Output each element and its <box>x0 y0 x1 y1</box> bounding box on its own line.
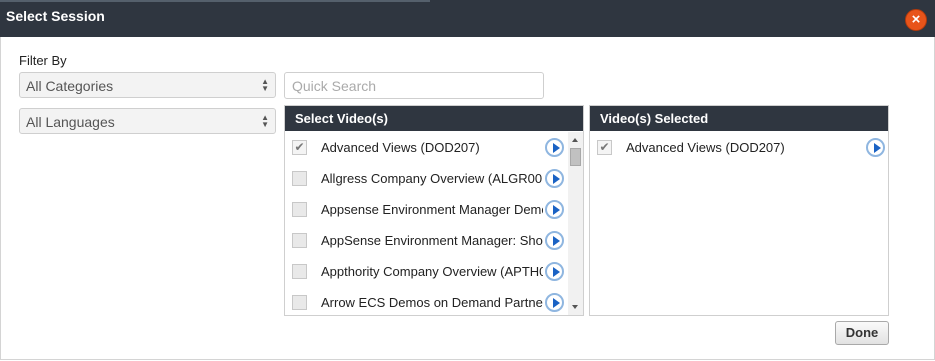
video-label: Appthority Company Overview (APTH001 <box>321 264 543 279</box>
video-label: Advanced Views (DOD207) <box>321 140 480 155</box>
language-select[interactable]: All Languages ▲ ▼ <box>19 108 276 134</box>
video-label: Appsense Environment Manager Demo <box>321 202 543 217</box>
select-arrows-icon: ▲ ▼ <box>261 77 269 93</box>
video-list-item[interactable]: Allgress Company Overview (ALGR001) <box>285 163 583 194</box>
scroll-up-arrow-icon[interactable] <box>572 138 578 142</box>
selected-video-item[interactable]: ✔ Advanced Views (DOD207) <box>590 132 888 163</box>
videos-selected-header: Video(s) Selected <box>590 106 888 131</box>
play-icon[interactable] <box>545 169 564 188</box>
video-list-item[interactable]: Arrow ECS Demos on Demand Partnersh <box>285 287 583 318</box>
dialog-title: Select Session <box>6 8 105 24</box>
checkbox[interactable] <box>292 264 307 279</box>
checkbox[interactable] <box>292 233 307 248</box>
checkbox[interactable] <box>292 202 307 217</box>
select-videos-panel: Select Video(s) ✔ Advanced Views (DOD207… <box>284 105 584 316</box>
video-label: Allgress Company Overview (ALGR001) <box>321 171 543 186</box>
scroll-down-arrow-icon[interactable] <box>572 305 578 309</box>
category-select-value: All Categories <box>26 78 114 94</box>
play-icon[interactable] <box>545 293 564 312</box>
play-icon[interactable] <box>545 231 564 250</box>
close-icon[interactable]: × <box>905 9 927 31</box>
play-icon[interactable] <box>545 138 564 157</box>
filter-by-label: Filter By <box>19 53 67 68</box>
scrollbar-thumb[interactable] <box>570 148 581 166</box>
video-list-item[interactable]: AppSense Environment Manager: Short <box>285 225 583 256</box>
play-icon[interactable] <box>866 138 885 157</box>
checkbox[interactable]: ✔ <box>597 140 612 155</box>
video-label: AppSense Environment Manager: Short <box>321 233 543 248</box>
play-icon[interactable] <box>545 200 564 219</box>
select-videos-header: Select Video(s) <box>285 106 583 131</box>
language-select-value: All Languages <box>26 114 115 130</box>
checkbox[interactable] <box>292 295 307 310</box>
video-list-scrollbar[interactable] <box>568 132 583 315</box>
dialog-titlebar: Select Session <box>0 0 935 37</box>
video-list-item[interactable]: Appsense Environment Manager Demo <box>285 194 583 225</box>
done-button[interactable]: Done <box>835 321 889 345</box>
video-list-item[interactable]: ✔ Advanced Views (DOD207) <box>285 132 583 163</box>
select-arrows-icon: ▲ ▼ <box>261 113 269 129</box>
play-icon[interactable] <box>545 262 564 281</box>
video-label: Arrow ECS Demos on Demand Partnersh <box>321 295 543 310</box>
videos-selected-panel: Video(s) Selected ✔ Advanced Views (DOD2… <box>589 105 889 316</box>
checkbox[interactable] <box>292 171 307 186</box>
titlebar-accent-line <box>0 0 430 2</box>
category-select[interactable]: All Categories ▲ ▼ <box>19 72 276 98</box>
checkbox[interactable]: ✔ <box>292 140 307 155</box>
video-label: Advanced Views (DOD207) <box>626 140 785 155</box>
video-list-item[interactable]: Appthority Company Overview (APTH001 <box>285 256 583 287</box>
quick-search-input[interactable]: Quick Search <box>284 72 544 99</box>
